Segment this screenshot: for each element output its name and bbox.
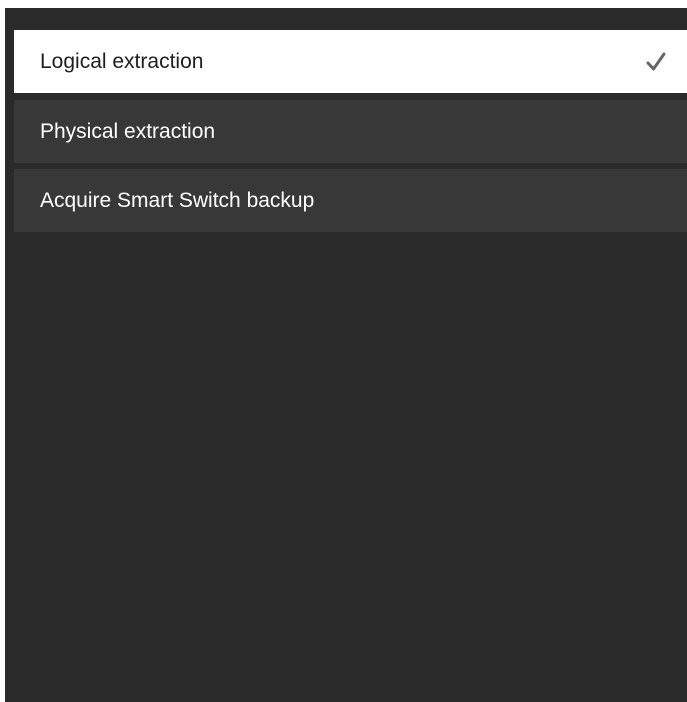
option-label: Logical extraction — [40, 49, 204, 73]
checkmark-icon — [644, 50, 668, 74]
option-physical-extraction[interactable]: Physical extraction — [14, 100, 687, 163]
option-logical-extraction[interactable]: Logical extraction — [14, 30, 687, 93]
extraction-options-panel: Logical extraction Physical extraction A… — [5, 8, 687, 702]
option-acquire-smart-switch-backup[interactable]: Acquire Smart Switch backup — [14, 169, 687, 232]
option-label: Acquire Smart Switch backup — [40, 188, 315, 212]
option-label: Physical extraction — [40, 119, 216, 143]
